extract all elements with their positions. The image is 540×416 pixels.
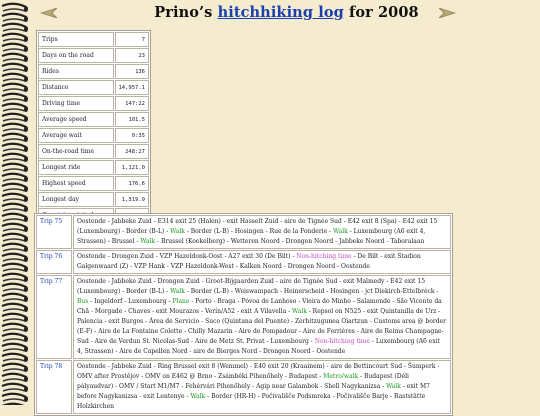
transport-mode-bus: Bus: [77, 298, 89, 305]
stats-label: Longest ride: [38, 160, 114, 175]
stats-label: Trips: [38, 32, 114, 47]
stats-row: Days on the road 23: [38, 48, 149, 63]
stats-value: 248:27: [114, 144, 149, 159]
route-segment: - Ingeldorf - Luxembourg -: [88, 298, 173, 305]
trip-route: Oostende - Drongen Zuid - VZP Hazeldonk-…: [73, 250, 451, 274]
stats-row: Distance 14,957.1: [38, 80, 149, 95]
page-content: Prino’s hitchhiking log for 2008 Trips 7 D…: [34, 0, 540, 416]
transport-mode-metro: Metro/walk: [323, 373, 359, 380]
trip-row: Trip 76 Oostende - Drongen Zuid - VZP Haz…: [36, 250, 451, 274]
notebook-spiral: [0, 2, 30, 405]
stats-value: 1,319.9: [114, 192, 149, 207]
route-segment: - Brussel (Koekelberg) - Wetteren Noord …: [155, 238, 425, 245]
stats-value: 23: [114, 48, 149, 63]
stats-value: 0:35: [114, 128, 149, 143]
stats-row: Average wait 0:35: [38, 128, 149, 143]
transport-mode-plane: Plane: [172, 298, 190, 305]
transport-mode-walk: Walk: [292, 308, 307, 315]
trip-name-cell: Trip 76: [36, 250, 72, 274]
trip-row: Trip 77 Oostende - Jabbeke Zuid - Drongen…: [36, 275, 451, 359]
stats-value: 136: [114, 64, 149, 79]
stats-label: Average wait: [38, 128, 114, 143]
stats-label: Days on the road: [38, 48, 114, 63]
trips-table: Trip 75 Oostende - Jabbeke Zuid - E314 ex…: [34, 213, 453, 416]
title-prefix: Prino’s: [154, 4, 218, 21]
stats-value: 101.5: [114, 112, 149, 127]
stats-row: Trips 7: [38, 32, 149, 47]
stats-row: Longest day 1,319.9: [38, 192, 149, 207]
stats-value: 14,957.1: [114, 80, 149, 95]
trip-name-cell: Trip 78: [36, 360, 72, 414]
route-segment: - Border (L-B) - Hosingen - Rue de la Fo…: [184, 228, 333, 235]
trip-row: Trip 75 Oostende - Jabbeke Zuid - E314 ex…: [36, 215, 451, 249]
trip-link[interactable]: Trip 75: [40, 218, 62, 225]
stats-label: Rides: [38, 64, 114, 79]
trip-link[interactable]: Trip 78: [40, 363, 62, 370]
transport-mode-nonhitch: Non-hitching time: [296, 253, 352, 260]
stats-label: Average speed: [38, 112, 114, 127]
statistics-table: Trips 7 Days on the road 23 Rides 136 Distance…: [36, 30, 151, 225]
stats-label: Highest speed: [38, 176, 114, 191]
trip-link[interactable]: Trip 76: [40, 253, 62, 260]
route-segment: Oostende - Drongen Zuid - VZP Hazeldonk-…: [77, 253, 297, 260]
stats-row: Rides 136: [38, 64, 149, 79]
page-title: Prino’s hitchhiking log for 2008: [34, 4, 539, 21]
stats-row: Highest speed 176.6: [38, 176, 149, 191]
stats-value: 176.6: [114, 176, 149, 191]
trip-name-cell: Trip 77: [36, 275, 72, 359]
stats-row: On-the-road time 248:27: [38, 144, 149, 159]
stats-label: Longest day: [38, 192, 114, 207]
transport-mode-walk: Walk: [190, 393, 206, 400]
stats-label: Driving time: [38, 96, 114, 111]
trip-link[interactable]: Trip 77: [40, 278, 62, 285]
title-bar: Prino’s hitchhiking log for 2008: [34, 2, 534, 26]
trip-route: Oostende - Jabbeke Zuid - Ring Brussel e…: [73, 360, 451, 414]
right-arrow-icon[interactable]: [438, 7, 456, 19]
stats-row: Longest ride 1,121.0: [38, 160, 149, 175]
stats-row: Driving time 147:22: [38, 96, 149, 111]
transport-mode-walk: Walk: [170, 228, 185, 235]
trip-route: Oostende - Jabbeke Zuid - Drongen Zuid -…: [73, 275, 451, 359]
transport-mode-walk: Walk: [170, 288, 185, 295]
stats-value: 1,121.0: [114, 160, 149, 175]
transport-mode-walk: Walk: [333, 228, 348, 235]
stats-value: 147:22: [114, 96, 149, 111]
trip-row: Trip 78 Oostende - Jabbeke Zuid - Ring Br…: [36, 360, 451, 414]
stats-label: On-the-road time: [38, 144, 114, 159]
trip-route: Oostende - Jabbeke Zuid - E314 exit 25 (…: [73, 215, 451, 249]
transport-mode-nonhitch: Non-hitching time: [314, 338, 371, 345]
transport-mode-walk: Walk: [140, 238, 156, 245]
hitchhiking-log-link[interactable]: hitchhiking log: [218, 4, 344, 21]
transport-mode-walk: Walk: [386, 383, 401, 390]
stats-value: 7: [114, 32, 149, 47]
title-suffix: for 2008: [343, 4, 419, 21]
trip-name-cell: Trip 75: [36, 215, 72, 249]
stats-row: Average speed 101.5: [38, 112, 149, 127]
stats-label: Distance: [38, 80, 114, 95]
route-segment: - Border (L-B) - Weiswampach - Heinersch…: [184, 288, 439, 295]
